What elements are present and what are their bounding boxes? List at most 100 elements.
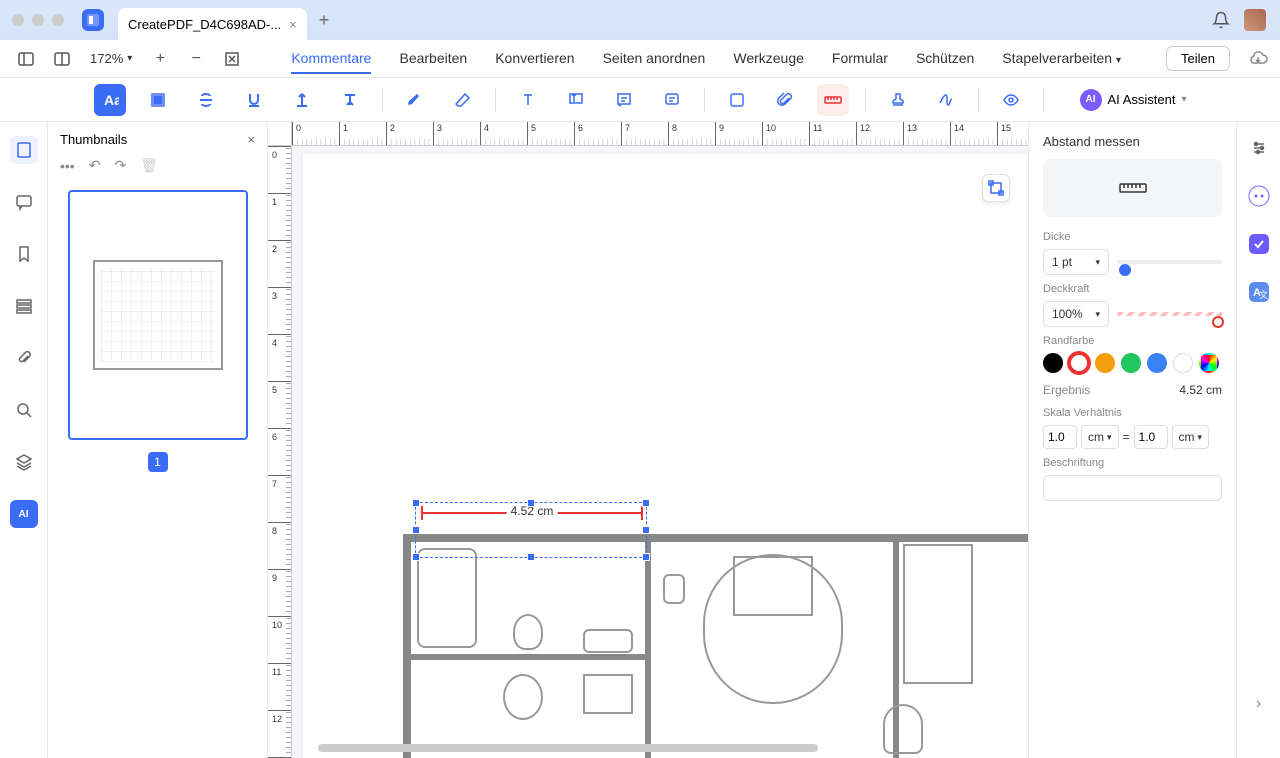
- zoom-in[interactable]: +: [146, 45, 174, 73]
- callout-tool[interactable]: [560, 84, 592, 116]
- note-tool[interactable]: [608, 84, 640, 116]
- ai-assistant-button[interactable]: AI AI Assistent ▾: [1080, 89, 1187, 111]
- swatch-black[interactable]: [1043, 353, 1063, 373]
- underline-tool[interactable]: [238, 84, 270, 116]
- highlighter-tool[interactable]: [399, 84, 431, 116]
- sidebar-ai[interactable]: AI: [10, 500, 38, 528]
- menu-batch[interactable]: Stapelverarbeiten ▾: [1002, 44, 1121, 74]
- color-swatches: [1043, 353, 1222, 373]
- document-tab[interactable]: CreatePDF_D4C698AD-... ×: [118, 8, 307, 40]
- menu-protect[interactable]: Schützen: [916, 44, 974, 74]
- sticky-note-tool[interactable]: [656, 84, 688, 116]
- thumbnail-tools: ••• ↶ ↷ 🗑: [48, 157, 267, 182]
- settings-icon[interactable]: [1245, 134, 1273, 162]
- textbox-tool[interactable]: [512, 84, 544, 116]
- caption-input[interactable]: [1043, 475, 1222, 501]
- scale-input-b[interactable]: [1134, 425, 1168, 449]
- swatch-orange[interactable]: [1095, 353, 1115, 373]
- sidebar-search[interactable]: [10, 396, 38, 424]
- share-button[interactable]: Teilen: [1166, 46, 1230, 71]
- sidebar-toggle[interactable]: [12, 45, 40, 73]
- swatch-custom[interactable]: [1199, 353, 1219, 373]
- close-icon[interactable]: ×: [247, 132, 255, 147]
- chevron-down-icon: ▾: [1095, 309, 1100, 320]
- fit-page[interactable]: [218, 45, 246, 73]
- opacity-slider[interactable]: [1117, 312, 1222, 316]
- sidebar-layers[interactable]: [10, 448, 38, 476]
- ai-assistant-label: AI Assistent: [1108, 92, 1176, 107]
- scale-inputs: cm▾ = cm▾: [1043, 425, 1222, 449]
- hide-comments-tool[interactable]: [995, 84, 1027, 116]
- thickness-select[interactable]: 1 pt▾: [1043, 249, 1109, 275]
- traffic-min[interactable]: [32, 14, 44, 26]
- traffic-max[interactable]: [52, 14, 64, 26]
- opacity-select[interactable]: 100%▾: [1043, 301, 1109, 327]
- page[interactable]: 4.52 cm: [303, 154, 1028, 758]
- selection-box[interactable]: [415, 502, 647, 558]
- view-grid[interactable]: [48, 45, 76, 73]
- chevron-down-icon: ▾: [1116, 49, 1121, 72]
- left-sidebar: AI: [0, 122, 48, 758]
- menu-comments[interactable]: Kommentare: [291, 44, 371, 74]
- rotate-right-icon[interactable]: ↷: [114, 157, 126, 174]
- menu-edit[interactable]: Bearbeiten: [399, 44, 467, 74]
- zoom-out[interactable]: −: [182, 45, 210, 73]
- strikethrough-tool[interactable]: [190, 84, 222, 116]
- delete-icon[interactable]: 🗑: [140, 157, 158, 174]
- sidebar-comments[interactable]: [10, 188, 38, 216]
- shape-tool[interactable]: [721, 84, 753, 116]
- sidebar-bookmarks[interactable]: [10, 240, 38, 268]
- insert-text-tool[interactable]: [286, 84, 318, 116]
- scale-input-a[interactable]: [1043, 425, 1077, 449]
- divider: [495, 88, 496, 112]
- menu-form[interactable]: Formular: [832, 44, 888, 74]
- border-color-label: Randfarbe: [1043, 335, 1222, 347]
- measure-tool[interactable]: [817, 84, 849, 116]
- traffic-close[interactable]: [12, 14, 24, 26]
- chevron-down-icon: ▾: [1095, 257, 1100, 268]
- chevron-down-icon: ▾: [127, 53, 132, 64]
- titlebar: CreatePDF_D4C698AD-... × +: [0, 0, 1280, 40]
- scale-unit-b[interactable]: cm▾: [1172, 425, 1210, 449]
- chat-icon[interactable]: [1245, 182, 1273, 210]
- thumbnails-title: Thumbnails: [60, 132, 127, 147]
- avatar[interactable]: [1244, 9, 1266, 31]
- attachment-tool[interactable]: [769, 84, 801, 116]
- swatch-white[interactable]: [1173, 353, 1193, 373]
- annotation-toolbar: Aa AI AI Assistent ▾: [0, 78, 1280, 122]
- caption-label: Beschriftung: [1043, 457, 1222, 469]
- page-thumbnail[interactable]: [68, 190, 248, 440]
- eraser-tool[interactable]: [447, 84, 479, 116]
- crop-page-button[interactable]: [982, 174, 1010, 202]
- bell-icon[interactable]: [1212, 11, 1230, 29]
- menu-pages[interactable]: Seiten anordnen: [603, 44, 706, 74]
- text-tool[interactable]: Aa: [94, 84, 126, 116]
- collapse-panel-icon[interactable]: ›: [1245, 690, 1273, 718]
- zoom-select[interactable]: 172% ▾: [90, 51, 132, 66]
- area-highlight-tool[interactable]: [142, 84, 174, 116]
- divider: [978, 88, 979, 112]
- scale-unit-a[interactable]: cm▾: [1081, 425, 1119, 449]
- rotate-left-icon[interactable]: ↶: [89, 157, 101, 174]
- svg-text:Aa: Aa: [104, 92, 119, 108]
- sidebar-attachments[interactable]: [10, 344, 38, 372]
- horizontal-scrollbar[interactable]: [318, 744, 818, 752]
- menu-tools[interactable]: Werkzeuge: [733, 44, 804, 74]
- swatch-green[interactable]: [1121, 353, 1141, 373]
- translate-icon[interactable]: A文: [1245, 278, 1273, 306]
- more-icon[interactable]: •••: [60, 158, 75, 174]
- check-icon[interactable]: [1245, 230, 1273, 258]
- result-label: Ergebnis: [1043, 383, 1090, 397]
- cloud-icon[interactable]: [1248, 49, 1268, 69]
- replace-text-tool[interactable]: [334, 84, 366, 116]
- swatch-blue[interactable]: [1147, 353, 1167, 373]
- new-tab-button[interactable]: +: [319, 10, 330, 31]
- sidebar-thumbnails[interactable]: [10, 136, 38, 164]
- swatch-red[interactable]: [1069, 353, 1089, 373]
- thickness-slider[interactable]: [1117, 260, 1222, 264]
- sidebar-fields[interactable]: [10, 292, 38, 320]
- signature-tool[interactable]: [930, 84, 962, 116]
- menu-convert[interactable]: Konvertieren: [495, 44, 574, 74]
- close-icon[interactable]: ×: [289, 17, 297, 32]
- stamp-tool[interactable]: [882, 84, 914, 116]
